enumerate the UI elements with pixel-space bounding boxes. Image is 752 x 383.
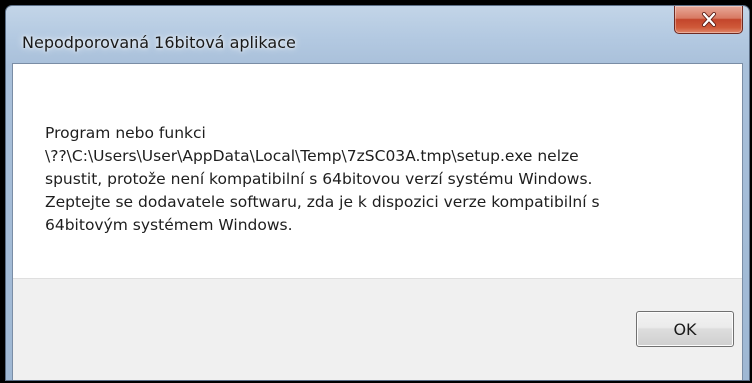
dialog-content: Program nebo funkci \??\C:\Users\User\Ap… (12, 63, 743, 380)
message-line: Program nebo funkci (45, 124, 206, 142)
message-line: 64bitovým systémem Windows. (45, 216, 293, 234)
window-title: Nepodporovaná 16bitová aplikace (22, 33, 296, 52)
close-x-icon (701, 12, 717, 27)
title-bar[interactable]: Nepodporovaná 16bitová aplikace (6, 6, 749, 63)
message-line: \??\C:\Users\User\AppData\Local\Temp\7zS… (45, 147, 579, 165)
message-line: spustit, protože není kompatibilní s 64b… (45, 170, 593, 188)
error-message: Program nebo funkci \??\C:\Users\User\Ap… (45, 122, 685, 237)
dialog-window: Nepodporovaná 16bitová aplikace Program … (5, 5, 750, 381)
message-line: Zeptejte se dodavatele softwaru, zda je … (45, 193, 600, 211)
ok-button[interactable]: OK (636, 311, 734, 347)
button-bar (13, 278, 742, 380)
close-button[interactable] (674, 6, 743, 34)
